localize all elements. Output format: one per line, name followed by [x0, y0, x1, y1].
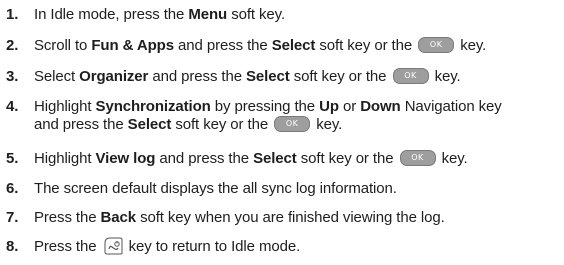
- step-text: In Idle mode, press the Menu soft key.: [34, 6, 286, 23]
- step-text: Highlight View log and press the Select …: [34, 150, 468, 167]
- step-text-line-1: Highlight Synchronization by pressing th…: [34, 98, 502, 115]
- step-text-line-2: and press the Select soft key or the OK …: [34, 116, 343, 133]
- step-number: 2.: [6, 37, 19, 54]
- view-log-label: View log: [95, 150, 156, 167]
- step-text: The screen default displays the all sync…: [34, 180, 397, 197]
- step-text: Select Organizer and press the Select so…: [34, 68, 461, 85]
- step-text: Highlight Synchronization by pressing th…: [34, 98, 502, 134]
- ok-key-icon: OK: [399, 150, 436, 167]
- step-number: 6.: [6, 180, 19, 197]
- step-number: 3.: [6, 68, 19, 85]
- ok-key-icon: OK: [274, 116, 311, 133]
- instruction-steps: 1. In Idle mode, press the Menu soft key…: [0, 0, 564, 265]
- back-key-label: Back: [100, 209, 137, 226]
- select-key-label: Select: [271, 37, 316, 54]
- step-number: 5.: [6, 150, 19, 167]
- end-power-key-icon-graphic: [104, 237, 123, 255]
- select-key-label: Select: [253, 150, 297, 167]
- select-key-label: Select: [246, 68, 290, 85]
- step-text: Scroll to Fun & Apps and press the Selec…: [34, 37, 487, 54]
- step-text: Press the Back soft key when you are fin…: [34, 209, 445, 226]
- step-number: 7.: [6, 209, 19, 226]
- step-text: Press the key to return to Idle mode.: [34, 237, 301, 255]
- step-number: 8.: [6, 238, 19, 255]
- down-key-label: Down: [360, 98, 401, 115]
- step-number: 4.: [6, 98, 19, 115]
- fun-apps-label: Fun & Apps: [91, 37, 174, 54]
- step-number: 1.: [6, 6, 19, 23]
- ok-key-icon: OK: [392, 68, 429, 85]
- ok-key-icon: OK: [418, 37, 455, 54]
- organizer-label: Organizer: [79, 68, 149, 85]
- menu-key-label: Menu: [188, 6, 228, 23]
- up-key-label: Up: [319, 98, 339, 115]
- synchronization-label: Synchronization: [95, 98, 211, 115]
- select-key-label: Select: [127, 116, 172, 133]
- end-power-key-icon: [103, 237, 123, 255]
